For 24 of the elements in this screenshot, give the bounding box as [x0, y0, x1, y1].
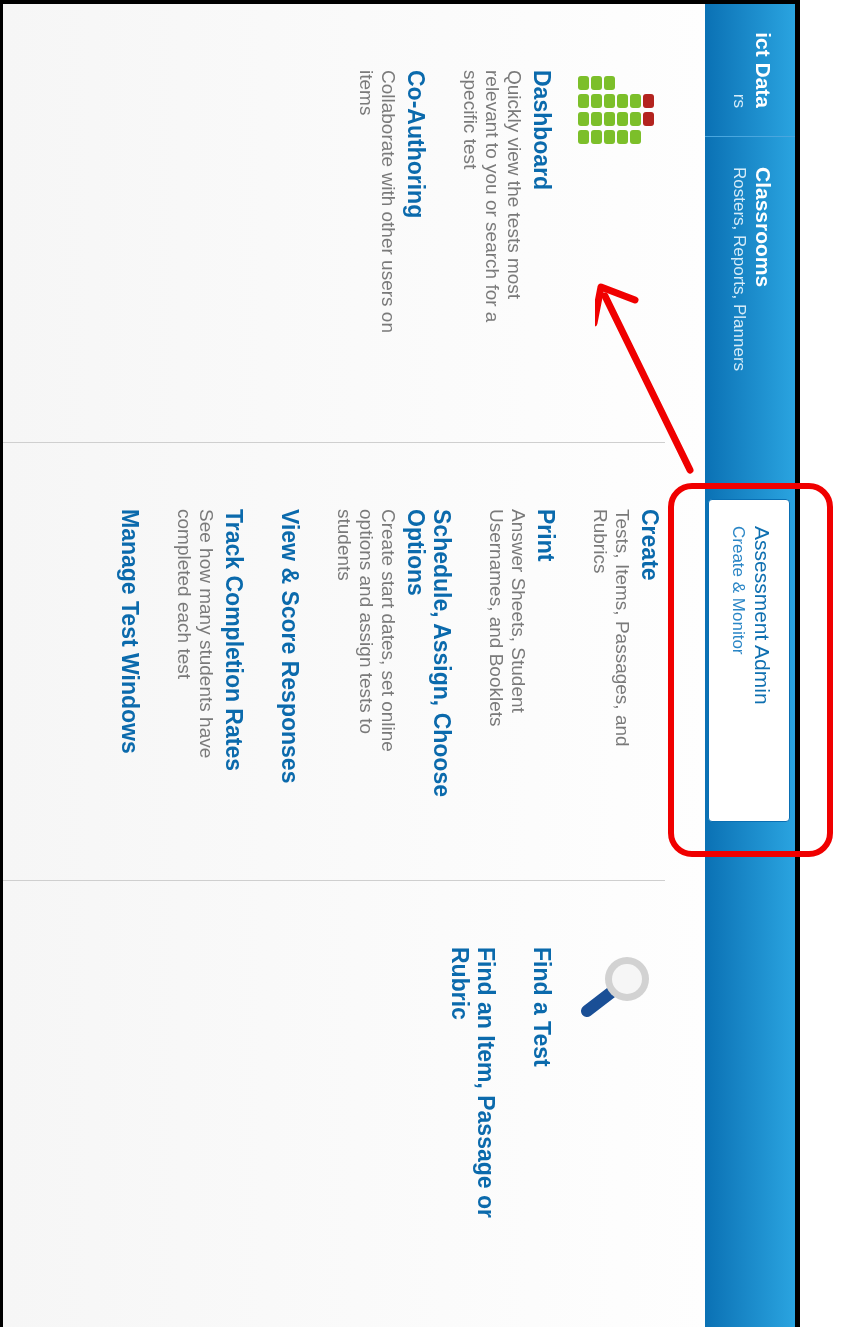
nav-tab-subtitle: rs: [729, 93, 750, 108]
section-link[interactable]: Print: [533, 509, 559, 799]
section-link[interactable]: Find an Item, Passage or Rubric: [447, 947, 499, 1237]
section-link[interactable]: Co-Authoring: [403, 70, 429, 360]
nav-tab-subtitle: Create & Monitor: [728, 526, 749, 657]
nav-tab-title: Classrooms: [751, 167, 776, 290]
nav-tab-title: ict Data: [751, 32, 776, 108]
section-link[interactable]: Create: [637, 509, 663, 799]
nav-tab-subtitle: Rosters, Reports, Planners: [729, 167, 750, 374]
section-description: Collaborate with other users on items: [355, 70, 399, 335]
nav-tab[interactable]: Classrooms Rosters, Reports, Planners: [705, 137, 795, 487]
nav-tab[interactable]: ict Data rs: [705, 4, 795, 137]
section-description: See how many students have completed each test: [173, 509, 217, 761]
section-description: Quickly view the tests most relevant to you or search for a specific test: [459, 70, 525, 325]
section-link[interactable]: View & Score Responses: [277, 509, 303, 799]
section-description: Create start dates, set online options and assign tests to students: [333, 509, 399, 754]
section-link[interactable]: Find a Test: [529, 947, 555, 1237]
nav-tab-title: Assessment Admin: [750, 526, 775, 707]
nav-tab[interactable]: Assessment Admin Create & Monitor: [708, 499, 790, 822]
section-description: Tests, Items, Passages, and Rubrics: [589, 509, 633, 749]
section-link[interactable]: Schedule, Assign, Choose Options: [403, 509, 455, 799]
section-link[interactable]: Manage Test Windows: [117, 509, 143, 799]
section-link[interactable]: Track Completion Rates: [221, 509, 247, 799]
section-link[interactable]: Dashboard: [529, 70, 555, 360]
